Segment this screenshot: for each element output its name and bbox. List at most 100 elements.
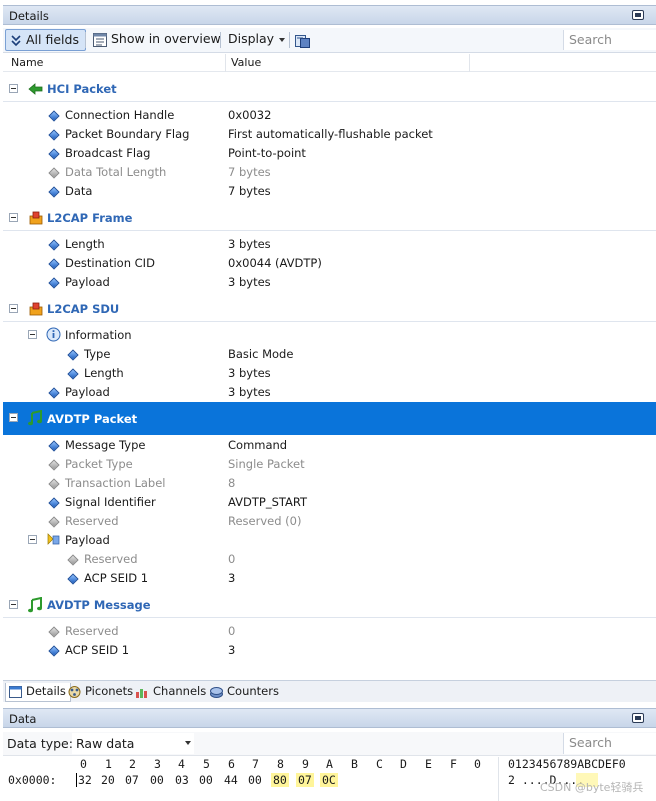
data-type-select[interactable]: Raw data (72, 733, 194, 754)
details-search-input[interactable]: Search (563, 30, 656, 50)
field-row[interactable]: Reserved Reserved (0) (3, 512, 656, 531)
display-dropdown[interactable]: Display (222, 29, 290, 51)
tab-label: Channels (153, 684, 207, 698)
hex-byte-highlighted[interactable]: 07 (296, 773, 314, 787)
field-row[interactable]: Broadcast Flag Point-to-point (3, 144, 656, 163)
information-row[interactable]: Information (3, 326, 656, 345)
section-title: AVDTP Packet (47, 412, 138, 426)
all-fields-button[interactable]: All fields (5, 29, 86, 51)
tab-piconets[interactable]: Piconets (65, 683, 137, 702)
collapse-toggle-icon[interactable] (28, 535, 37, 544)
field-row[interactable]: Type Basic Mode (3, 345, 656, 364)
field-diamond-icon (67, 573, 79, 585)
field-name: Transaction Label (65, 476, 166, 490)
payload-row[interactable]: Payload (3, 531, 656, 550)
field-row[interactable]: Message Type Command (3, 436, 656, 455)
field-name: Packet Type (65, 457, 133, 471)
field-name: Reserved (65, 624, 119, 638)
section-title: AVDTP Message (47, 598, 151, 612)
export-icon (295, 35, 310, 48)
section-l2cap-frame[interactable]: L2CAP Frame (3, 205, 656, 231)
field-value: Command (228, 438, 288, 452)
hex-byte[interactable]: 03 (175, 773, 189, 787)
collapse-toggle-icon[interactable] (9, 84, 18, 93)
tab-details[interactable]: Details (5, 683, 71, 702)
music-note-icon (28, 597, 42, 613)
section-avdtp-message[interactable]: AVDTP Message (3, 592, 656, 618)
hex-byte[interactable]: 00 (248, 773, 262, 787)
field-row[interactable]: Reserved 0 (3, 550, 656, 569)
column-divider[interactable] (225, 54, 226, 72)
field-row[interactable]: ACP SEID 1 3 (3, 569, 656, 588)
collapse-toggle-icon[interactable] (9, 213, 18, 222)
panel-pin-icon[interactable] (632, 713, 644, 723)
hex-view[interactable]: 0 1 2 3 4 5 6 7 8 9 A B C D E F 0 012345… (0, 757, 656, 801)
field-row[interactable]: Length 3 bytes (3, 364, 656, 383)
panel-pin-icon[interactable] (632, 10, 644, 20)
field-row[interactable]: Packet Type Single Packet (3, 455, 656, 474)
field-diamond-icon (48, 148, 60, 160)
field-value: 3 bytes (228, 237, 271, 251)
hex-col-label: 8 (277, 757, 284, 771)
tab-counters[interactable]: Counters (207, 683, 283, 702)
channels-chart-icon (136, 689, 147, 698)
hex-col-label: 9 (302, 757, 309, 771)
details-toolbar: All fields Show in overview Display Sear… (3, 28, 656, 53)
hex-byte[interactable]: 44 (224, 773, 238, 787)
hex-col-label: 0 (474, 757, 481, 771)
collapse-toggle-icon[interactable] (9, 600, 18, 609)
section-title: HCI Packet (47, 82, 117, 96)
field-value: 3 (228, 571, 236, 585)
l2cap-frame-icon (29, 211, 43, 225)
field-diamond-icon (67, 368, 79, 380)
info-icon (46, 327, 61, 342)
collapse-toggle-icon[interactable] (9, 304, 18, 313)
hex-byte[interactable]: 20 (101, 773, 115, 787)
data-type-label: Data type: (7, 736, 73, 751)
field-name: Payload (65, 533, 110, 547)
hex-col-label: 0 (80, 757, 87, 771)
hex-byte[interactable]: 00 (150, 773, 164, 787)
field-name: ACP SEID 1 (65, 643, 130, 657)
hex-byte-highlighted[interactable]: 80 (271, 773, 289, 787)
tab-channels[interactable]: Channels (133, 683, 210, 702)
overview-icon (93, 33, 107, 47)
field-row[interactable]: Payload 3 bytes (3, 273, 656, 292)
hex-byte[interactable]: 07 (125, 773, 139, 787)
collapse-toggle-icon[interactable] (28, 330, 37, 339)
field-row[interactable]: Transaction Label 8 (3, 474, 656, 493)
field-row[interactable]: Packet Boundary Flag First automatically… (3, 125, 656, 144)
field-row[interactable]: ACP SEID 1 3 (3, 641, 656, 660)
section-hci-packet[interactable]: HCI Packet (3, 76, 656, 102)
field-row[interactable]: Data Total Length 7 bytes (3, 163, 656, 182)
field-row[interactable]: Signal Identifier AVDTP_START (3, 493, 656, 512)
field-diamond-icon (48, 239, 60, 251)
field-value: 3 bytes (228, 366, 271, 380)
hex-col-label: 4 (178, 757, 185, 771)
collapse-toggle-icon[interactable] (9, 413, 18, 422)
value-column-header[interactable]: Value (231, 56, 261, 69)
field-row[interactable]: Destination CID 0x0044 (AVDTP) (3, 254, 656, 273)
green-arrow-left-icon (28, 83, 43, 95)
field-row[interactable]: Payload 3 bytes (3, 383, 656, 402)
show-in-overview-button[interactable]: Show in overview (89, 29, 227, 51)
hex-byte-highlighted[interactable]: 0C (320, 773, 338, 787)
hex-col-label: B (351, 757, 358, 771)
field-row[interactable]: Connection Handle 0x0032 (3, 106, 656, 125)
name-column-header[interactable]: Name (11, 56, 43, 69)
field-value: 3 bytes (228, 385, 271, 399)
hex-byte[interactable]: 00 (199, 773, 213, 787)
field-row[interactable]: Data 7 bytes (3, 182, 656, 201)
tab-label: Piconets (85, 684, 134, 698)
hex-byte[interactable]: 32 (76, 773, 92, 787)
section-avdtp-packet[interactable]: AVDTP Packet (3, 402, 656, 435)
field-row[interactable]: Reserved 0 (3, 622, 656, 641)
field-row[interactable]: Length 3 bytes (3, 235, 656, 254)
section-l2cap-sdu[interactable]: L2CAP SDU (3, 296, 656, 322)
data-search-input[interactable]: Search (563, 733, 656, 754)
section-title: L2CAP Frame (47, 211, 133, 225)
export-button[interactable] (292, 29, 314, 51)
column-divider[interactable] (469, 54, 470, 72)
details-panel-title: Details (9, 9, 49, 23)
field-name: Data (65, 184, 93, 198)
